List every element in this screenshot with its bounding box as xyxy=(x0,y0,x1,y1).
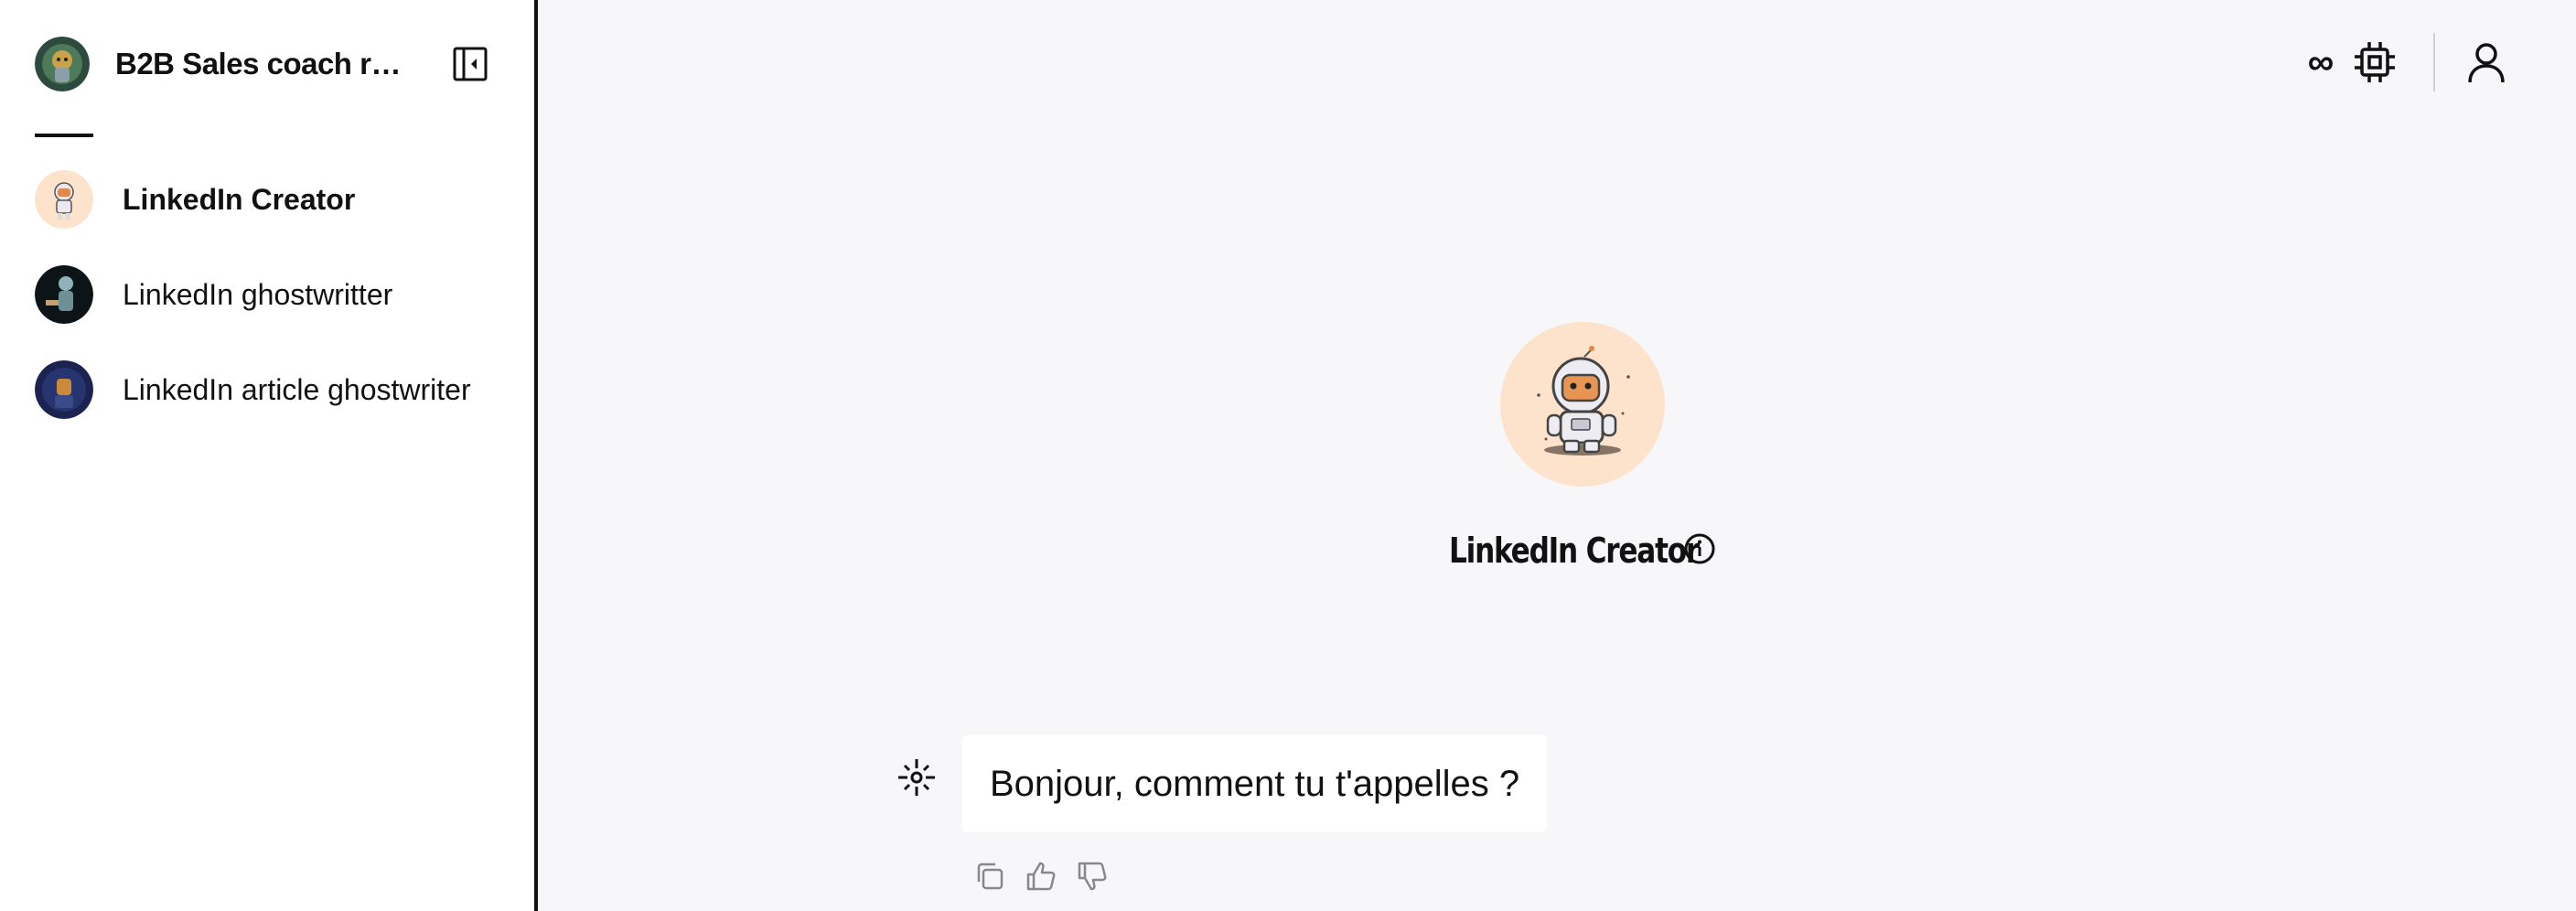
bot-avatar xyxy=(35,265,93,324)
thumbs-up-icon[interactable] xyxy=(1025,860,1057,893)
message-actions xyxy=(973,860,1127,893)
sidebar-bot-list: LinkedIn Creator LinkedIn ghostwritter L… xyxy=(35,170,510,456)
infinity-icon: ∞ xyxy=(2307,42,2334,82)
toolbar-separator xyxy=(2433,33,2435,91)
bot-hero-avatar xyxy=(1500,322,1665,487)
cpu-chip-icon xyxy=(2355,42,2395,82)
sidebar-collapse-button[interactable] xyxy=(452,46,488,82)
info-icon[interactable] xyxy=(1681,531,1718,567)
model-chip-button[interactable] xyxy=(2349,37,2400,88)
infinity-button[interactable]: ∞ xyxy=(2298,37,2349,88)
sidebar-item-label: LinkedIn ghostwritter xyxy=(123,277,393,311)
thumbs-down-icon[interactable] xyxy=(1076,860,1109,893)
bot-message-bubble: Bonjour, comment tu t'appelles ? xyxy=(962,735,1548,832)
bot-avatar xyxy=(35,170,93,229)
account-button[interactable] xyxy=(2461,37,2512,88)
sidebar-item-linkedin-creator[interactable]: LinkedIn Creator xyxy=(35,170,510,229)
user-icon xyxy=(2468,43,2505,83)
bot-avatar xyxy=(35,360,93,419)
sidebar-item-label: LinkedIn article ghostwriter xyxy=(123,372,471,406)
bot-name: LinkedIn Creator xyxy=(1449,531,1700,571)
sidebar: B2B Sales coach ro... LinkedIn Creator L… xyxy=(0,0,538,911)
workspace-avatar[interactable] xyxy=(35,37,90,91)
sidebar-item-linkedin-article-ghostwriter[interactable]: LinkedIn article ghostwriter xyxy=(35,360,510,419)
workspace-title: B2B Sales coach ro... xyxy=(115,47,408,80)
sidebar-header: B2B Sales coach ro... xyxy=(35,33,492,95)
sparkle-bot-icon xyxy=(898,759,935,796)
sidebar-collapse-icon xyxy=(453,47,488,81)
copy-icon[interactable] xyxy=(973,860,1006,893)
sidebar-item-label: LinkedIn Creator xyxy=(123,182,356,216)
top-toolbar: ∞ xyxy=(2298,31,2512,93)
sidebar-item-linkedin-ghostwritter[interactable]: LinkedIn ghostwritter xyxy=(35,265,510,324)
bot-name-row: LinkedIn Creator xyxy=(1449,525,1754,576)
sidebar-divider xyxy=(35,134,93,137)
